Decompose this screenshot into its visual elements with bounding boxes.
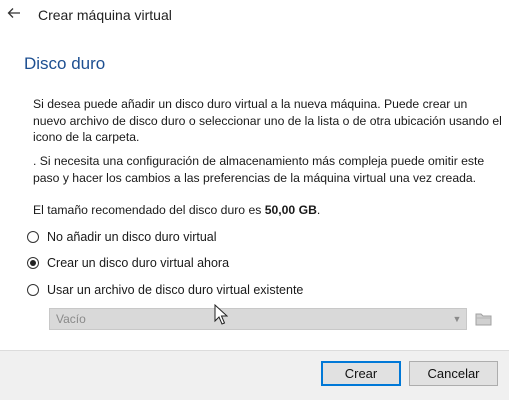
disk-file-select[interactable]: Vacío ▼ — [49, 308, 467, 330]
back-arrow-icon — [7, 8, 20, 18]
wizard-page: Disco duro Si desea puede añadir un disc… — [0, 32, 509, 350]
folder-icon — [475, 313, 492, 326]
radio-existing-disk-circle[interactable] — [27, 284, 39, 296]
create-button[interactable]: Crear — [321, 361, 401, 386]
radio-create-disk-label: Crear un disco duro virtual ahora — [47, 256, 230, 270]
disk-file-select-value: Vacío — [56, 312, 86, 326]
cancel-button[interactable]: Cancelar — [409, 361, 498, 386]
mouse-pointer-icon — [214, 304, 228, 325]
footer-divider — [0, 350, 509, 351]
recommended-size-value: 50,00 GB — [264, 203, 317, 217]
radio-no-disk[interactable]: No añadir un disco duro virtual — [27, 230, 217, 244]
choose-disk-file-button[interactable] — [474, 309, 494, 329]
create-vm-dialog: Crear máquina virtual Disco duro Si dese… — [0, 0, 509, 400]
page-heading: Disco duro — [24, 54, 106, 73]
window-title: Crear máquina virtual — [38, 7, 172, 23]
chevron-down-icon: ▼ — [452, 314, 462, 324]
radio-no-disk-circle[interactable] — [27, 231, 39, 243]
recommended-size-suffix: . — [316, 203, 321, 217]
radio-no-disk-label: No añadir un disco duro virtual — [47, 230, 217, 244]
radio-create-disk-circle[interactable] — [27, 257, 39, 269]
advanced-paragraph: . Si necesita una configuración de almac… — [33, 154, 485, 185]
back-button[interactable] — [4, 3, 24, 23]
recommended-size-prefix: El tamaño recomendado del disco duro es — [33, 203, 265, 217]
radio-existing-disk-label: Usar un archivo de disco duro virtual ex… — [47, 283, 304, 297]
intro-paragraph: Si desea puede añadir un disco duro virt… — [33, 97, 502, 145]
title-bar: Crear máquina virtual — [0, 0, 509, 32]
radio-create-disk[interactable]: Crear un disco duro virtual ahora — [27, 256, 229, 270]
recommended-size-text: El tamaño recomendado del disco duro es … — [33, 202, 503, 219]
radio-existing-disk[interactable]: Usar un archivo de disco duro virtual ex… — [27, 283, 303, 297]
